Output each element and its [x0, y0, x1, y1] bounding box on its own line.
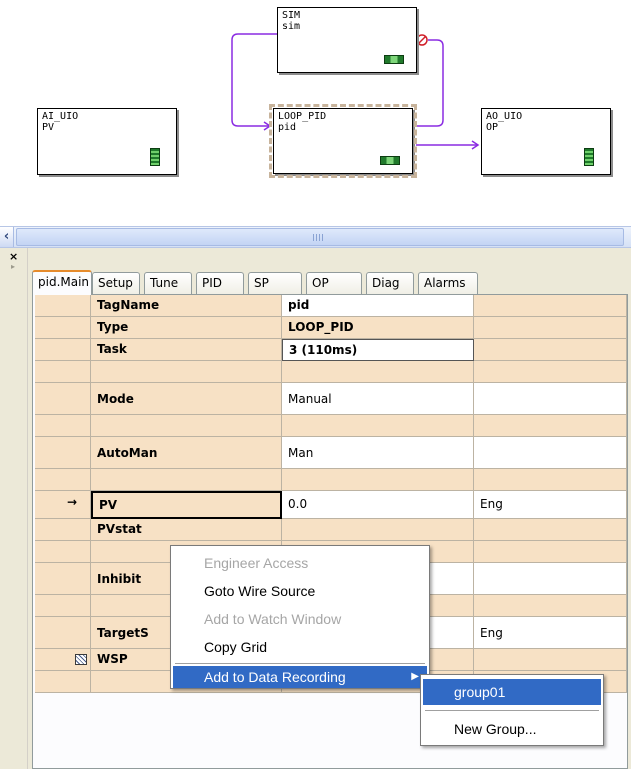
grip-icon	[313, 234, 323, 241]
block-name-label: PV	[42, 122, 55, 133]
param-value[interactable]: Manual	[282, 383, 474, 415]
scroll-thumb[interactable]	[16, 228, 624, 246]
table-row[interactable]: TagName pid	[35, 295, 627, 317]
wire-sim-to-pid[interactable]	[231, 33, 277, 127]
tab-alarms[interactable]: Alarms	[418, 272, 478, 294]
panel-gutter: × ▸	[0, 248, 28, 769]
context-menu: Engineer Access Goto Wire Source Add to …	[170, 545, 430, 689]
menu-separator	[425, 710, 599, 711]
block-type-label: AI_UIO	[42, 111, 79, 122]
param-extra	[474, 361, 627, 383]
row-pointer-icon: →	[67, 495, 78, 509]
param-extra	[474, 339, 627, 361]
param-value	[282, 415, 474, 437]
submenu: group01 New Group...	[420, 674, 604, 746]
function-block-diagram: SIM sim AI_UIO PV LOOP_PID pid AO_UIO OP	[0, 0, 631, 212]
param-name: Type	[91, 317, 282, 339]
table-row[interactable]: Mode Manual	[35, 383, 627, 415]
param-value[interactable]: pid	[282, 295, 474, 317]
table-row[interactable]: Task 3 (110ms)	[35, 339, 627, 361]
tab-tune[interactable]: Tune	[144, 272, 192, 294]
param-value[interactable]: Man	[282, 437, 474, 469]
param-extra	[474, 295, 627, 317]
table-row	[35, 469, 627, 491]
tab-diag[interactable]: Diag	[366, 272, 414, 294]
param-name	[91, 415, 282, 437]
param-name: Task	[91, 339, 282, 361]
param-name[interactable]: PV	[91, 491, 282, 519]
io-module-icon	[150, 148, 160, 166]
param-value[interactable]: 3 (110ms)	[282, 339, 474, 361]
scroll-left-icon[interactable]: ‹	[0, 227, 14, 247]
param-name: PVstat	[91, 519, 282, 541]
param-extra: Eng	[474, 491, 627, 519]
menu-item-group01[interactable]: group01	[423, 679, 601, 705]
param-extra	[474, 519, 627, 541]
param-extra	[474, 541, 627, 563]
param-extra	[474, 317, 627, 339]
param-extra	[474, 469, 627, 491]
function-block-icon	[384, 55, 404, 64]
table-row[interactable]: → PV 0.0 Eng	[35, 491, 627, 519]
param-value	[282, 361, 474, 383]
param-name: AutoMan	[91, 437, 282, 469]
tab-op[interactable]: OP	[306, 272, 362, 294]
param-name	[91, 469, 282, 491]
block-loop-pid[interactable]: LOOP_PID pid	[269, 104, 417, 178]
block-name-label: pid	[278, 122, 297, 133]
block-type-label: LOOP_PID	[278, 111, 327, 122]
tab-strip: pid.Main Setup Tune PID SP OP Diag Alarm…	[32, 270, 631, 295]
block-type-label: AO_UIO	[486, 111, 523, 122]
param-value	[282, 469, 474, 491]
io-module-icon	[584, 148, 594, 166]
block-sim[interactable]: SIM sim	[277, 7, 417, 73]
block-name-label: sim	[282, 21, 301, 32]
tab-setup[interactable]: Setup	[92, 272, 140, 294]
param-extra	[474, 649, 627, 671]
expand-parameter-icon[interactable]	[75, 654, 87, 665]
param-value[interactable]: 0.0	[282, 491, 474, 519]
table-row	[35, 415, 627, 437]
menu-item-new-group[interactable]: New Group...	[423, 716, 601, 742]
menu-item-label: Add to Data Recording	[204, 669, 346, 685]
param-extra	[474, 383, 627, 415]
param-value[interactable]: LOOP_PID	[282, 317, 474, 339]
tab-pid-main[interactable]: pid.Main	[32, 270, 92, 295]
function-block-icon	[380, 156, 400, 165]
table-row[interactable]: PVstat	[35, 519, 627, 541]
menu-item-copy-grid[interactable]: Copy Grid	[173, 634, 427, 660]
horizontal-scrollbar[interactable]: ‹	[0, 226, 631, 248]
param-extra	[474, 415, 627, 437]
param-value[interactable]	[282, 519, 474, 541]
menu-item-engineer-access[interactable]: Engineer Access	[173, 550, 427, 576]
table-row[interactable]: Type LOOP_PID	[35, 317, 627, 339]
block-ao-uio[interactable]: AO_UIO OP	[481, 108, 611, 175]
param-extra	[474, 595, 627, 617]
menu-item-goto-wire-source[interactable]: Goto Wire Source	[173, 578, 427, 604]
menu-item-add-to-watch-window[interactable]: Add to Watch Window	[173, 606, 427, 632]
pin-icon[interactable]: ▸	[11, 262, 15, 271]
submenu-arrow-icon: ▶	[411, 671, 419, 682]
param-name: TagName	[91, 295, 282, 317]
tab-pid[interactable]: PID	[196, 272, 244, 294]
param-extra	[474, 563, 627, 595]
block-ai-uio[interactable]: AI_UIO PV	[37, 108, 177, 175]
tab-sp[interactable]: SP	[248, 272, 302, 294]
block-name-label: OP	[486, 122, 499, 133]
table-row[interactable]: AutoMan Man	[35, 437, 627, 469]
param-extra: Eng	[474, 617, 627, 649]
table-row	[35, 361, 627, 383]
param-name: Mode	[91, 383, 282, 415]
param-name	[91, 361, 282, 383]
menu-item-add-to-data-recording[interactable]: Add to Data Recording ▶	[173, 666, 427, 688]
param-extra	[474, 437, 627, 469]
wire-pid-to-sim[interactable]	[416, 39, 444, 127]
menu-separator	[175, 663, 425, 664]
block-type-label: SIM	[282, 10, 301, 21]
